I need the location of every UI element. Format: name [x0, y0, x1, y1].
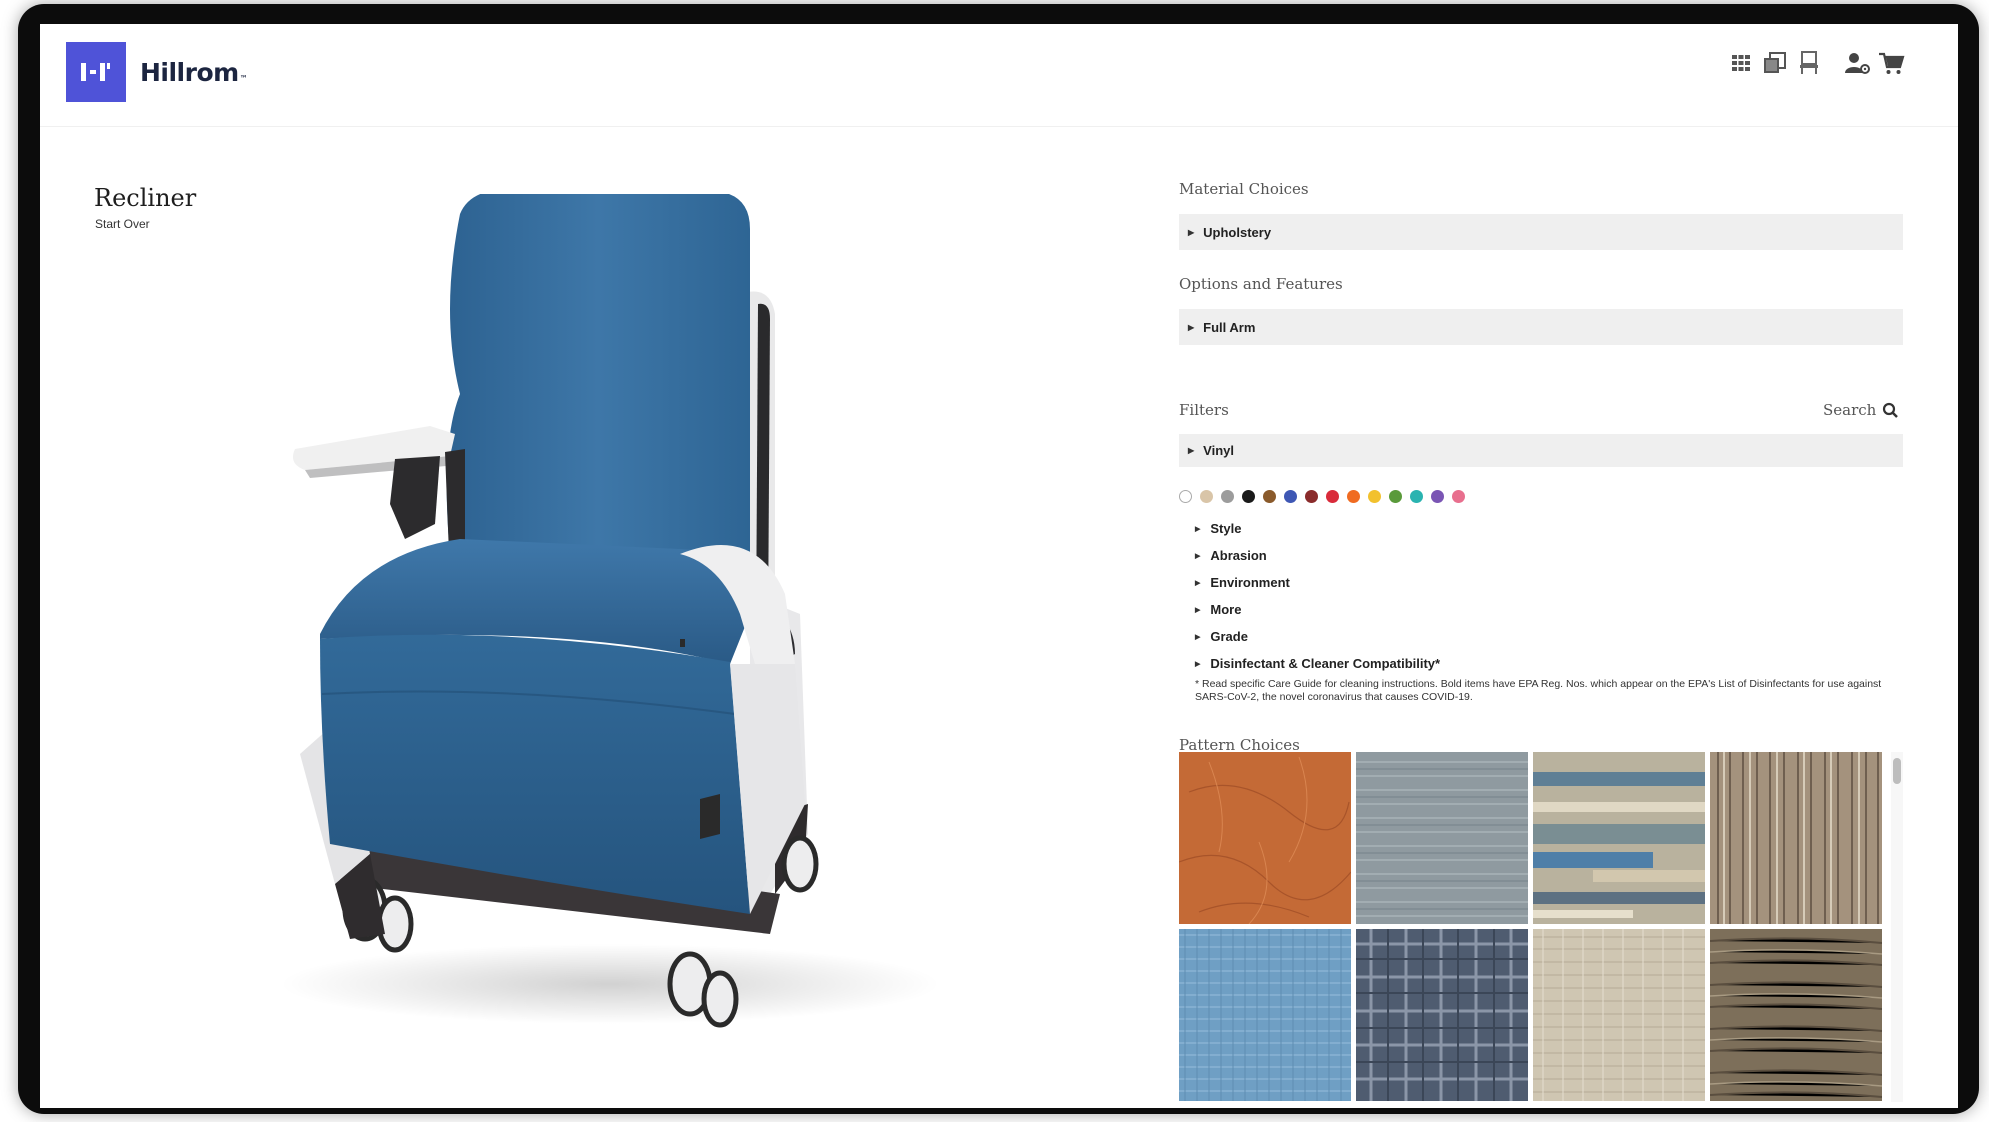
filter-item-disinfectant-cleaner-compatibility[interactable]: ▶ Disinfectant & Cleaner Compatibility*	[1195, 650, 1440, 677]
search-icon	[1883, 402, 1899, 418]
color-swatch[interactable]	[1179, 490, 1192, 503]
options-features-heading: Options and Features	[1179, 275, 1343, 293]
filter-item-label: Style	[1210, 521, 1242, 536]
color-swatch[interactable]	[1389, 490, 1402, 503]
pattern-grid	[1179, 752, 1889, 1101]
upholstery-label: Upholstery	[1203, 224, 1272, 240]
color-swatch[interactable]	[1326, 490, 1339, 503]
filter-item-environment[interactable]: ▶ Environment	[1195, 569, 1440, 596]
pattern-scrollbar-thumb[interactable]	[1893, 758, 1901, 784]
color-swatch[interactable]	[1452, 490, 1465, 503]
filters-heading: Filters	[1179, 401, 1229, 419]
expand-triangle-icon: ▶	[1195, 579, 1201, 587]
product-image	[210, 189, 990, 1054]
pattern-swatch-orange-leather[interactable]	[1179, 752, 1351, 924]
filter-item-label: Environment	[1210, 575, 1290, 590]
expand-triangle-icon: ▶	[1195, 606, 1201, 614]
filter-item-more[interactable]: ▶ More	[1195, 596, 1440, 623]
expand-triangle-icon: ▶	[1195, 660, 1201, 668]
color-swatch[interactable]	[1431, 490, 1444, 503]
vinyl-label: Vinyl	[1203, 443, 1234, 458]
disinfectant-footnote: * Read specific Care Guide for cleaning …	[1195, 678, 1882, 703]
search-label: Search	[1823, 401, 1877, 419]
pattern-swatch-blue-beige-abstract[interactable]	[1533, 752, 1705, 924]
pattern-swatch-light-blue-weave[interactable]	[1179, 929, 1351, 1101]
filter-item-label: Disinfectant & Cleaner Compatibility*	[1210, 656, 1441, 671]
pattern-scrollbar[interactable]	[1891, 752, 1903, 1102]
filter-item-label: Abrasion	[1210, 548, 1267, 563]
app-screen: Hillrom™ Recliner Start Over Material Ch…	[40, 24, 1958, 1108]
color-swatch[interactable]	[1347, 490, 1360, 503]
start-over-link[interactable]: Start Over	[95, 217, 150, 231]
color-swatch[interactable]	[1284, 490, 1297, 503]
color-swatches	[1179, 490, 1465, 506]
color-swatch[interactable]	[1263, 490, 1276, 503]
brand-name[interactable]: Hillrom™	[140, 58, 248, 87]
filter-item-abrasion[interactable]: ▶ Abrasion	[1195, 542, 1440, 569]
vinyl-accordion[interactable]: ▶ Vinyl	[1179, 434, 1903, 467]
pattern-swatch-brown-striation[interactable]	[1710, 929, 1882, 1101]
color-swatch[interactable]	[1221, 490, 1234, 503]
color-swatch[interactable]	[1410, 490, 1423, 503]
expand-triangle-icon: ▶	[1195, 525, 1201, 533]
product-title: Recliner	[94, 184, 197, 212]
pattern-swatch-navy-plaid[interactable]	[1356, 929, 1528, 1101]
hillrom-logo-icon[interactable]	[66, 42, 126, 102]
filter-item-grade[interactable]: ▶ Grade	[1195, 623, 1440, 650]
pattern-swatch-striped-taupe[interactable]	[1710, 752, 1882, 924]
full-arm-label: Full Arm	[1203, 319, 1256, 335]
color-swatch[interactable]	[1200, 490, 1213, 503]
filter-item-style[interactable]: ▶ Style	[1195, 515, 1440, 542]
filter-item-label: Grade	[1210, 629, 1248, 644]
search-button[interactable]: Search	[1823, 401, 1899, 419]
color-swatch[interactable]	[1368, 490, 1381, 503]
pattern-swatch-cream-tweed[interactable]	[1533, 929, 1705, 1101]
filter-item-label: More	[1210, 602, 1242, 617]
upholstery-accordion[interactable]: ▶ Upholstery	[1179, 214, 1903, 250]
filter-list: ▶ Style ▶ Abrasion ▶ Environment ▶ More ▶ Grade ▶ D…	[1195, 515, 1440, 677]
expand-triangle-icon: ▶	[1195, 633, 1201, 641]
configurator-panel: Material Choices ▶ Upholstery Options an…	[1179, 24, 1919, 1108]
expand-triangle-icon: ▶	[1188, 322, 1195, 332]
color-swatch[interactable]	[1305, 490, 1318, 503]
color-swatch[interactable]	[1242, 490, 1255, 503]
expand-triangle-icon: ▶	[1188, 446, 1195, 455]
full-arm-accordion[interactable]: ▶ Full Arm	[1179, 309, 1903, 345]
material-choices-heading: Material Choices	[1179, 180, 1309, 198]
pattern-swatch-gray-weave[interactable]	[1356, 752, 1528, 924]
expand-triangle-icon: ▶	[1195, 552, 1201, 560]
expand-triangle-icon: ▶	[1188, 227, 1195, 237]
